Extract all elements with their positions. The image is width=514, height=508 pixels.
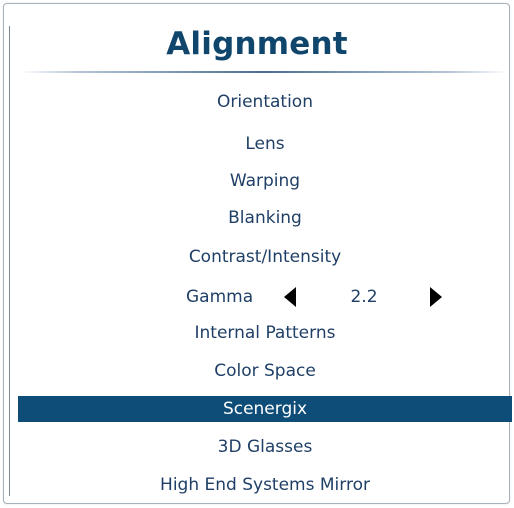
menu-item-scenergix[interactable]: Scenergix bbox=[18, 396, 512, 422]
menu-item-color-space[interactable]: Color Space bbox=[18, 358, 512, 384]
gamma-decrease-arrow-icon[interactable] bbox=[284, 287, 296, 307]
menu-item-internal-patterns[interactable]: Internal Patterns bbox=[18, 320, 512, 346]
gamma-increase-arrow-icon[interactable] bbox=[430, 287, 442, 307]
menu-item-contrast-intensity[interactable]: Contrast/Intensity bbox=[18, 244, 512, 270]
menu-item-orientation[interactable]: Orientation bbox=[18, 89, 512, 115]
menu-item-3d-glasses[interactable]: 3D Glasses bbox=[18, 434, 512, 460]
menu-item-high-end-systems-mirror[interactable]: High End Systems Mirror bbox=[18, 472, 512, 498]
menu-item-lens[interactable]: Lens bbox=[18, 131, 512, 157]
menu-item-warping[interactable]: Warping bbox=[18, 168, 512, 194]
gamma-value: 2.2 bbox=[350, 287, 378, 307]
menu-item-blanking[interactable]: Blanking bbox=[18, 205, 512, 231]
alignment-menu: Orientation Lens Warping Blanking Contra… bbox=[0, 0, 514, 508]
gamma-label[interactable]: Gamma bbox=[186, 284, 253, 310]
